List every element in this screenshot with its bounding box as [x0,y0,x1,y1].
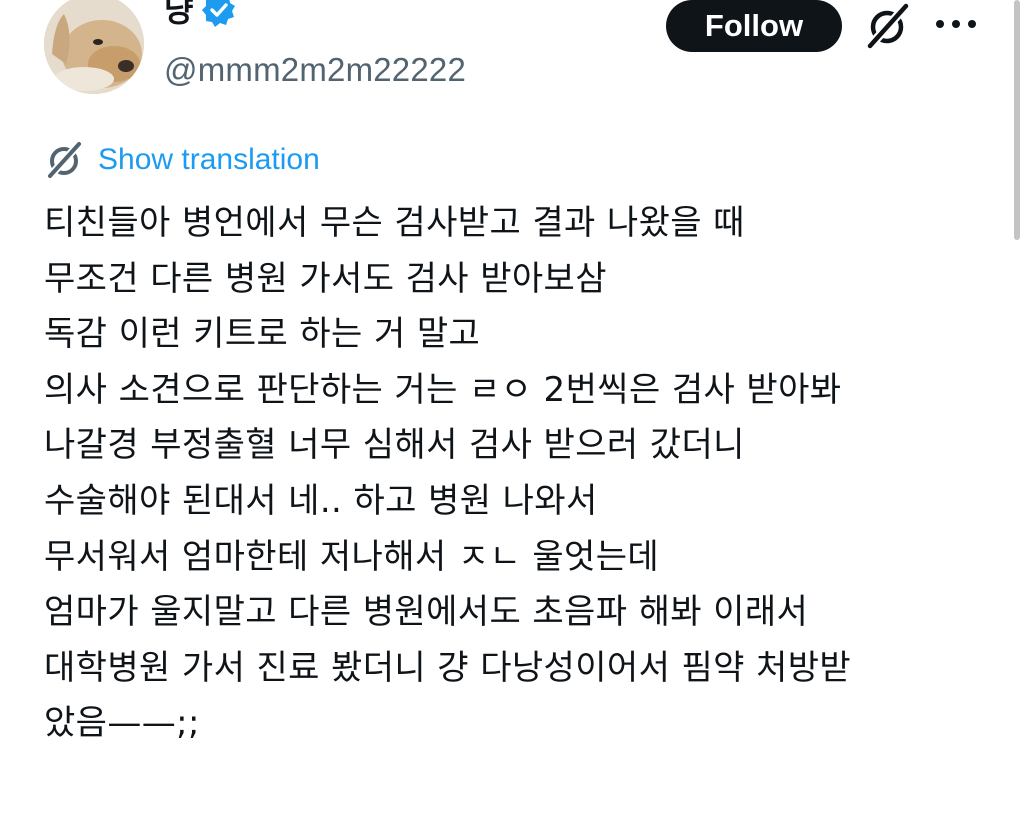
avatar[interactable] [44,0,144,94]
more-options-icon[interactable] [934,16,978,32]
verified-badge-icon [202,0,236,27]
display-name[interactable]: 냥 [164,0,237,36]
tweet-line: 무조건 다른 병원 가서도 검사 받아보삼 [44,258,607,299]
tweet-line: 의사 소견으로 판단하는 거는 ㄹㅇ 2번씩은 검사 받아봐 [44,369,842,410]
user-handle[interactable]: @mmm2m2m22222 [164,50,466,90]
grok-icon[interactable] [862,2,912,50]
tweet-line: 무서워서 엄마한테 저나해서 ㅈㄴ 울엇는데 [44,536,660,577]
tweet-line: 엄마가 울지말고 다른 병원에서도 초음파 해봐 이래서 [44,592,809,633]
tweet-line: 나갈경 부정출혈 너무 심해서 검사 받으러 갔더니 [44,425,745,466]
show-translation-link[interactable]: Show translation [98,140,320,180]
display-name-text[interactable]: 냥 [164,0,193,28]
show-translation-row[interactable]: Show translation [44,140,320,180]
follow-button[interactable]: Follow [666,0,842,52]
tweet-line: 대학병원 가서 진료 봤더니 걍 다낭성이어서 핌약 처방받 [44,647,852,688]
tweet-text: 티친들아 병언에서 무슨 검사받고 결과 나왔을 때 무조건 다른 병원 가서도… [44,196,1004,752]
tweet-line: 티친들아 병언에서 무슨 검사받고 결과 나왔을 때 [44,203,745,243]
tweet-line: 수술해야 된대서 네.. 하고 병원 나와서 [44,480,598,521]
tweet-line: 독감 이런 키트로 하는 거 말고 [44,314,481,355]
scrollbar[interactable] [1014,0,1020,240]
translate-icon [46,140,83,180]
tweet-line: 았음——;; [44,703,200,744]
